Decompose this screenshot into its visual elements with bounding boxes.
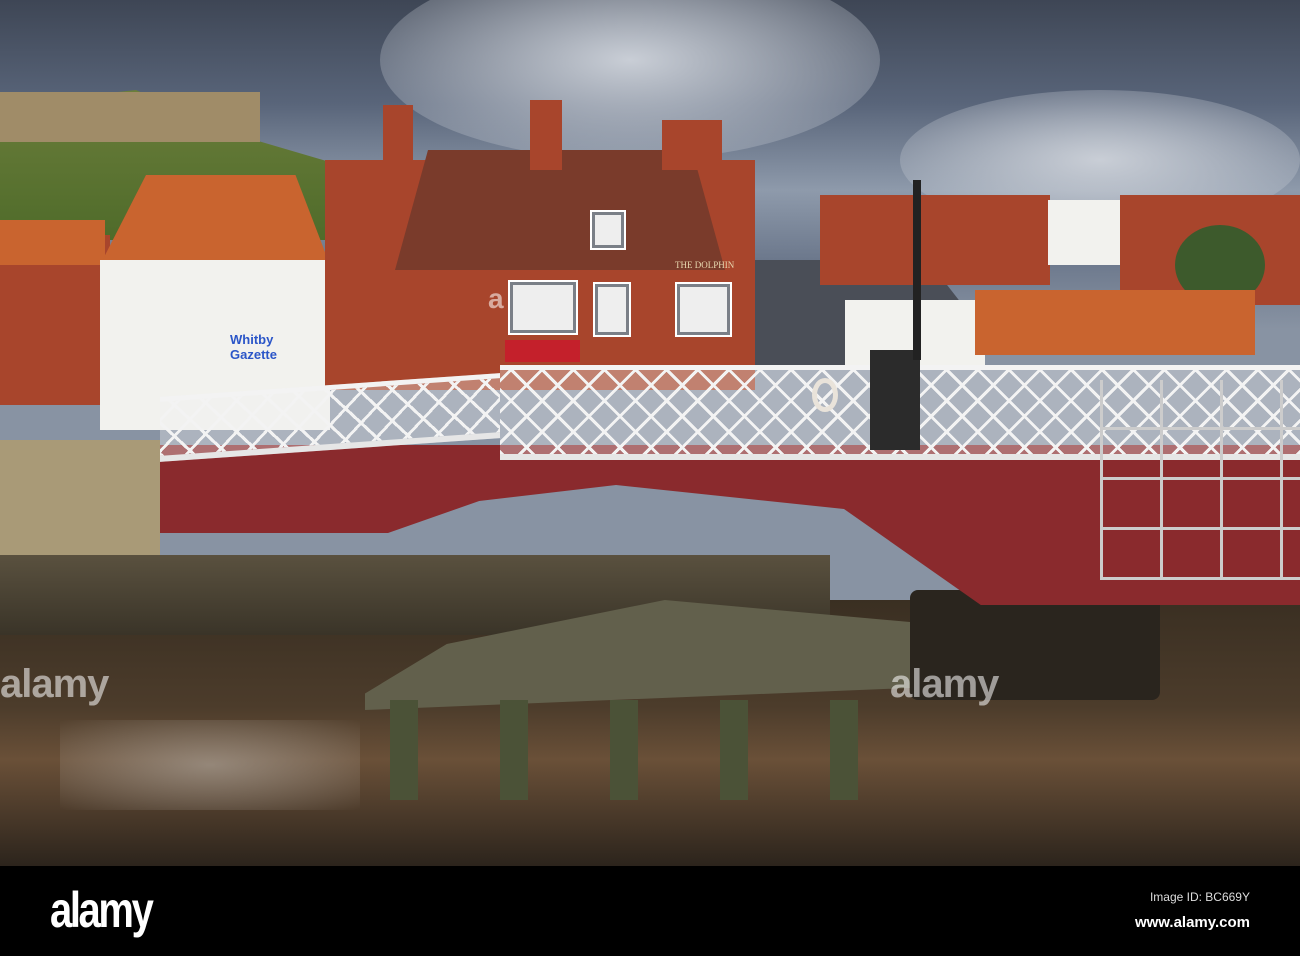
white-building xyxy=(1048,200,1123,265)
watermark: alamy xyxy=(0,662,109,706)
abbey-wall xyxy=(0,92,260,142)
image-id: Image ID: BC669Y xyxy=(1149,890,1250,904)
sign-line: Whitby xyxy=(230,332,274,347)
pub-sign: THE DOLPHIN xyxy=(675,260,735,270)
scaffolding xyxy=(1100,380,1300,580)
roof xyxy=(0,220,105,265)
cloud xyxy=(380,0,880,160)
footer-bar: alamy Image ID: BC669Y www.alamy.com xyxy=(0,866,1300,956)
photo: Whitby Gazette THE DOLPHIN alamy alamy a xyxy=(0,0,1300,866)
bridge-control-box xyxy=(870,350,920,450)
brick-building xyxy=(820,195,1050,285)
sign-line: Gazette xyxy=(230,347,277,362)
window xyxy=(508,280,578,335)
watermark: alamy xyxy=(890,662,999,706)
jetty-posts xyxy=(390,700,930,800)
lamp-post xyxy=(913,180,921,360)
gazette-sign: Whitby Gazette xyxy=(230,332,277,362)
lifebuoy xyxy=(812,378,838,412)
window xyxy=(593,282,631,337)
alamy-url[interactable]: www.alamy.com xyxy=(1135,914,1250,931)
red-panel xyxy=(505,340,580,362)
chimney xyxy=(383,105,413,175)
watermark: a xyxy=(488,283,504,314)
roofs xyxy=(975,290,1255,355)
window xyxy=(675,282,732,337)
window xyxy=(590,210,626,250)
alamy-logo: alamy xyxy=(50,882,154,938)
water-reflection xyxy=(60,720,360,810)
chimney xyxy=(530,100,562,170)
chimney xyxy=(662,120,722,170)
quay-wall xyxy=(0,440,160,560)
